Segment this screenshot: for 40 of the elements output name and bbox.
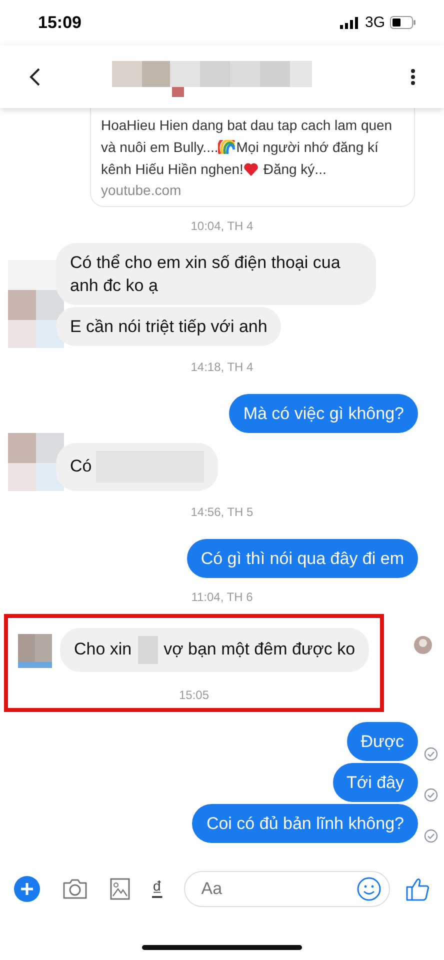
back-icon[interactable] xyxy=(28,66,42,86)
heart-icon xyxy=(243,162,260,176)
signal-icon xyxy=(340,16,360,28)
message-field[interactable]: Aa xyxy=(184,871,390,907)
camera-icon[interactable] xyxy=(62,878,88,900)
outgoing-message: Tới đây xyxy=(332,763,418,802)
more-icon[interactable] xyxy=(410,68,416,86)
thumbs-up-icon[interactable] xyxy=(406,877,430,901)
seen-avatar xyxy=(414,636,432,654)
blurred-avatar xyxy=(8,433,64,493)
outgoing-message: Được xyxy=(346,722,418,761)
incoming-message: Có thể cho em xin số điện thoại cua anh đc ko ạ xyxy=(56,243,376,305)
payment-button[interactable]: ₫ xyxy=(152,878,162,900)
message-timestamp: 15:05 xyxy=(178,688,210,702)
emoji-icon[interactable] xyxy=(357,877,381,901)
delivered-check-icon xyxy=(424,829,438,843)
delivered-check-icon xyxy=(424,747,438,761)
blurred-avatar xyxy=(18,634,52,668)
incoming-message: E cần nói triệt tiếp với anh xyxy=(56,307,282,346)
incoming-message: Cho xin vợ bạn một đêm được ko xyxy=(60,628,370,672)
outgoing-message: Mà có việc gì không? xyxy=(229,394,418,433)
battery-icon xyxy=(390,16,416,29)
message-timestamp: 11:04, TH 6 xyxy=(190,590,254,604)
image-icon[interactable] xyxy=(110,878,130,900)
message-timestamp: 10:04, TH 4 xyxy=(190,219,254,233)
message-input[interactable]: Aa xyxy=(199,878,357,900)
link-preview-text: HoaHieu Hien dang bat dau tap cach lam quen và nuôi em Bully.... Mọi người nhớ đăng kí kênh Hiếu Hiền nghen! Đăng ký... xyxy=(101,116,394,179)
incoming-message: Có xyxy=(56,443,218,491)
network-type: 3G xyxy=(364,14,385,31)
delivered-check-icon xyxy=(424,788,438,802)
add-icon[interactable] xyxy=(14,876,40,902)
link-domain: youtube.com xyxy=(101,182,182,198)
message-timestamp: 14:18, TH 4 xyxy=(190,360,254,374)
message-timestamp: 14:56, TH 5 xyxy=(190,505,254,519)
outgoing-message: Coi có đủ bản lĩnh không? xyxy=(192,804,418,843)
status-time: 15:09 xyxy=(38,12,82,32)
outgoing-message: Có gì thì nói qua đây đi em xyxy=(186,539,418,578)
link-preview-card[interactable]: HoaHieu Hien dang bat dau tap cach lam quen và nuôi em Bully.... Mọi người nhớ đăng kí kênh Hiếu Hiền nghen! Đăng ký... youtube.com xyxy=(90,108,415,207)
blurred-text xyxy=(138,636,158,664)
rainbow-icon xyxy=(218,140,236,154)
